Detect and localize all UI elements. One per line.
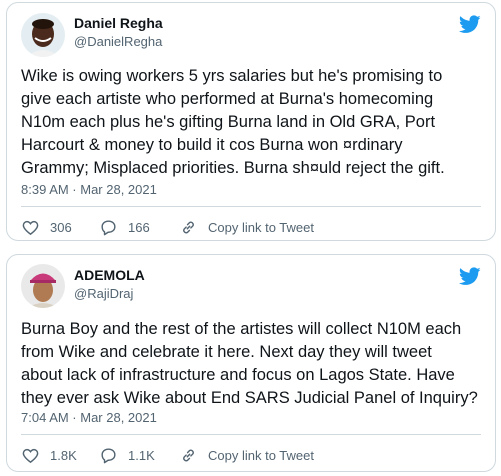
copy-link-button[interactable]: Copy link to Tweet: [179, 445, 314, 465]
tweet-text-line: Burna Boy and the rest of the artistes w…: [21, 320, 462, 338]
heart-icon: [22, 220, 39, 235]
divider: [21, 206, 481, 207]
reply-count: 1.1K: [128, 447, 155, 463]
tweet-text-line: about lack of infrastructure and focus o…: [21, 366, 455, 384]
reply-count: 166: [128, 219, 150, 235]
tweet-timestamp[interactable]: 8:39 AM · Mar 28, 2021: [21, 182, 157, 197]
twitter-bird-icon[interactable]: [459, 15, 481, 34]
avatar[interactable]: [21, 264, 65, 308]
copy-link-button[interactable]: Copy link to Tweet: [179, 217, 314, 237]
tweet-actions: 306 166 Copy link to Tweet: [21, 217, 481, 237]
author-name[interactable]: Daniel Regha: [74, 15, 163, 31]
like-count: 306: [50, 219, 72, 235]
tweet-text-line: give each artiste who performed at Burna…: [21, 90, 434, 108]
copy-link-label: Copy link to Tweet: [208, 447, 314, 463]
speech-bubble-icon: [101, 447, 116, 463]
tweet-text-line: Grammy; Misplaced priorities. Burna sh¤u…: [21, 159, 445, 177]
tweet-timestamp[interactable]: 7:04 AM · Mar 28, 2021: [21, 410, 157, 425]
tweet-text-line: Wike is owing workers 5 yrs salaries but…: [21, 67, 443, 85]
link-icon: [183, 221, 194, 233]
tweet-card[interactable]: ADEMOLA @RajiDraj Burna Boy and the rest…: [6, 254, 496, 472]
reply-button[interactable]: 166: [99, 217, 150, 237]
twitter-bird-icon[interactable]: [459, 267, 481, 286]
divider: [21, 434, 481, 435]
tweet-text-line: they ever ask Wike about End SARS Judici…: [21, 389, 478, 407]
link-icon: [183, 449, 194, 461]
heart-icon: [22, 448, 39, 463]
tweet-text-line: Harcourt & money to build it cos Burna w…: [21, 136, 403, 154]
copy-link-label: Copy link to Tweet: [208, 219, 314, 235]
avatar[interactable]: [21, 13, 65, 57]
like-button[interactable]: 1.8K: [21, 445, 77, 465]
tweet-text-line: from Wike and celebrate it here. Next da…: [21, 343, 432, 361]
reply-button[interactable]: 1.1K: [99, 445, 155, 465]
like-count: 1.8K: [50, 447, 77, 463]
like-button[interactable]: 306: [21, 217, 72, 237]
author-handle[interactable]: @RajiDraj: [74, 286, 133, 301]
author-name[interactable]: ADEMOLA: [74, 267, 145, 283]
tweet-card[interactable]: Daniel Regha @DanielRegha Wike is owing …: [6, 2, 496, 241]
speech-bubble-icon: [101, 219, 116, 235]
tweet-text: Wike is owing workers 5 yrs salaries but…: [21, 65, 487, 180]
tweet-text: Burna Boy and the rest of the artistes w…: [21, 318, 487, 410]
tweet-actions: 1.8K 1.1K Copy link to Tweet: [21, 445, 481, 465]
author-handle[interactable]: @DanielRegha: [74, 34, 162, 49]
tweet-text-line: N10m each plus he's gifting Burna land i…: [21, 113, 436, 131]
